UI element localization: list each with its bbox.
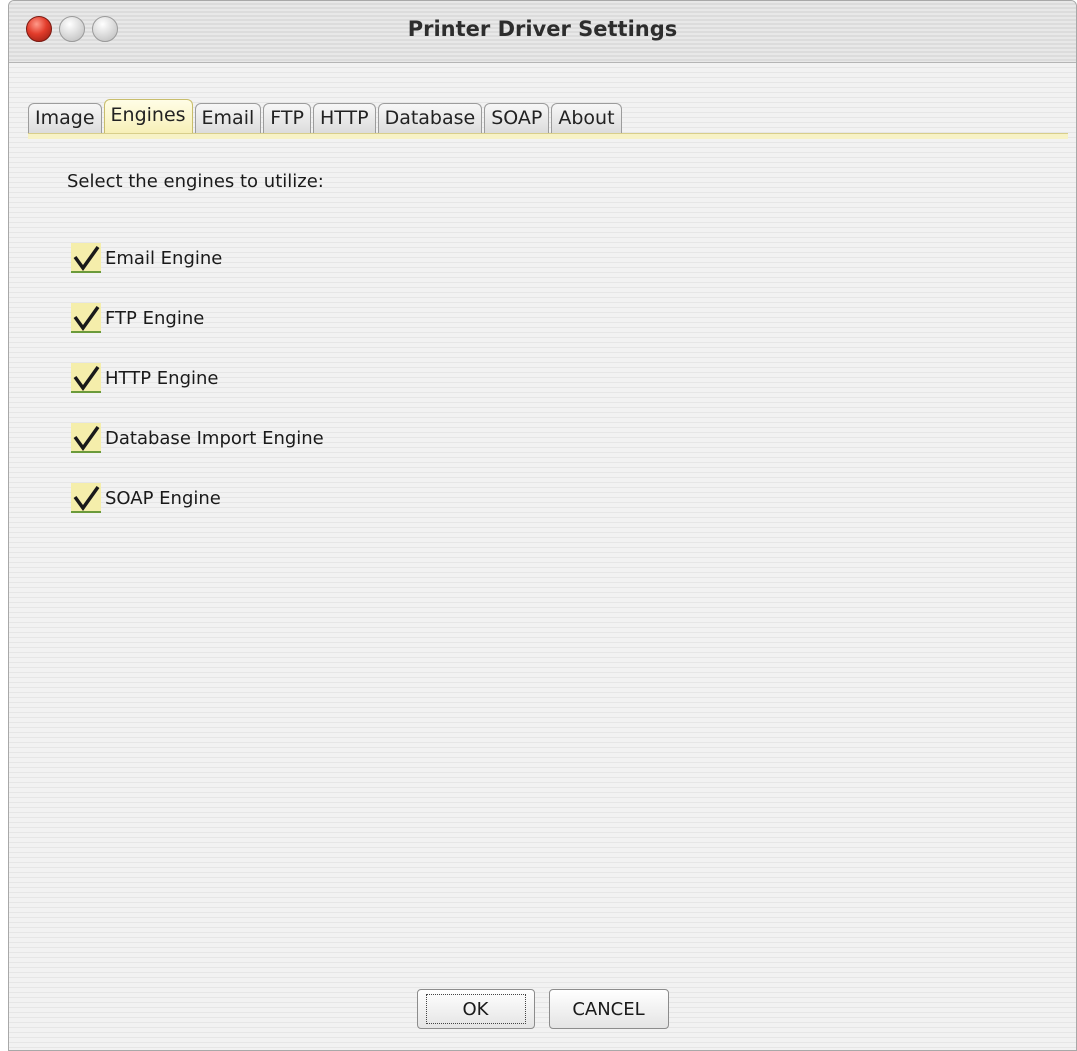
soap-engine-checkbox[interactable] (71, 483, 101, 513)
email-engine-option[interactable]: Email Engine (71, 243, 222, 273)
soap-engine-label: SOAP Engine (105, 487, 221, 509)
database-import-engine-label: Database Import Engine (105, 427, 324, 449)
tab-http[interactable]: HTTP (312, 103, 376, 133)
tab-email[interactable]: Email (194, 103, 262, 133)
database-import-engine-checkbox[interactable] (71, 423, 101, 453)
soap-engine-option[interactable]: SOAP Engine (71, 483, 221, 513)
tab-bar: Image Engines Email FTP HTTP Database SO… (28, 97, 624, 133)
engines-prompt: Select the engines to utilize: (67, 171, 324, 192)
tab-about[interactable]: About (551, 103, 622, 133)
dialog-buttons: OK CANCEL (9, 989, 1076, 1029)
window-title: Printer Driver Settings (407, 17, 678, 41)
settings-panel: Image Engines Email FTP HTTP Database SO… (9, 63, 1076, 1050)
tab-engines[interactable]: Engines (103, 99, 193, 133)
tab-ftp[interactable]: FTP (263, 103, 311, 133)
checkmark-icon (73, 485, 100, 511)
checkmark-icon (73, 365, 100, 391)
http-engine-checkbox[interactable] (71, 363, 101, 393)
cancel-button[interactable]: CANCEL (548, 989, 669, 1029)
title-bar[interactable]: Printer Driver Settings (9, 1, 1076, 63)
tab-database[interactable]: Database (377, 103, 483, 133)
ftp-engine-label: FTP Engine (105, 307, 205, 329)
tab-content-divider (28, 133, 1068, 139)
ftp-engine-option[interactable]: FTP Engine (71, 303, 204, 333)
ok-button-label: OK (425, 994, 526, 1024)
settings-window: Printer Driver Settings Image Engines Em… (8, 0, 1077, 1051)
email-engine-checkbox[interactable] (71, 243, 101, 273)
checkmark-icon (73, 245, 100, 271)
checkmark-icon (73, 425, 100, 451)
http-engine-label: HTTP Engine (105, 367, 219, 389)
email-engine-label: Email Engine (105, 247, 223, 269)
database-import-engine-option[interactable]: Database Import Engine (71, 423, 324, 453)
tab-image[interactable]: Image (28, 103, 102, 133)
http-engine-option[interactable]: HTTP Engine (71, 363, 218, 393)
ok-button[interactable]: OK (416, 989, 535, 1029)
tab-soap[interactable]: SOAP (484, 103, 550, 133)
ftp-engine-checkbox[interactable] (71, 303, 101, 333)
checkmark-icon (73, 305, 100, 331)
